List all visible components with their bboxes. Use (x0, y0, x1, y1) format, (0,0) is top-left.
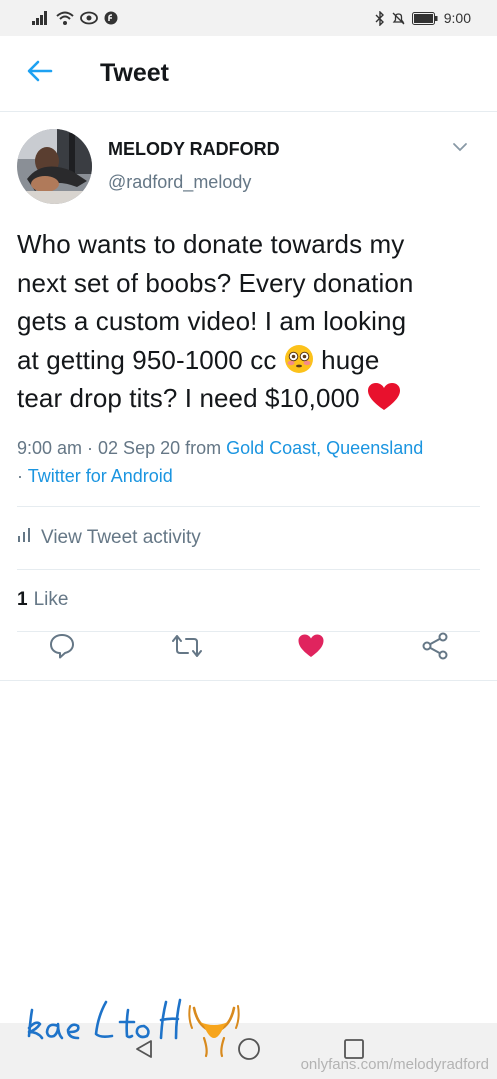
more-options-button[interactable] (450, 137, 470, 157)
status-bar: 9:00 (0, 0, 497, 36)
back-button[interactable] (0, 36, 80, 112)
reply-icon (48, 632, 76, 665)
divider (0, 680, 497, 681)
status-left (32, 11, 118, 25)
status-time: 9:00 (443, 10, 471, 26)
author-info: MELODY RADFORD @radford_melody (108, 139, 280, 193)
share-button[interactable] (420, 632, 450, 665)
hot-leak-logo (20, 988, 242, 1058)
chevron-down-icon (450, 143, 470, 161)
watermark-text: onlyfans.com/melodyradford (300, 1056, 489, 1073)
tweet-line: next set of boobs? Every donation (17, 267, 414, 298)
tweet-line: tear drop tits? I need $10,000 (17, 379, 480, 418)
likes-label: Like (33, 589, 69, 610)
tweet-line-part: at getting 950-1000 cc (17, 344, 277, 375)
heart-icon (297, 633, 325, 664)
battery-icon (411, 11, 438, 25)
tweet-line-part: huge (321, 344, 380, 375)
red-heart-emoji-icon (367, 382, 401, 412)
tweet-detail: MELODY RADFORD @radford_melody Who wants… (0, 112, 497, 632)
bluetooth-icon (375, 10, 385, 26)
share-icon (421, 632, 449, 665)
retweet-icon (172, 632, 202, 665)
avatar[interactable] (17, 129, 92, 204)
page-title: Tweet (100, 59, 169, 87)
status-right: 9:00 (375, 10, 471, 26)
tweet-line-part: tear drop tits? I need $10,000 (17, 383, 360, 413)
retweet-button[interactable] (172, 633, 202, 663)
flushed-face-emoji-icon (284, 344, 314, 374)
tweet-line: Who wants to donate towards my (17, 229, 405, 259)
tweet-line: gets a custom video! I am looking (17, 306, 407, 336)
author-handle[interactable]: @radford_melody (108, 172, 280, 193)
like-button[interactable] (296, 633, 326, 663)
mute-icon (391, 11, 406, 26)
author-row: MELODY RADFORD @radford_melody (17, 112, 480, 212)
client-separator: · (17, 465, 23, 486)
stats-icon (17, 527, 31, 549)
tweet-meta: 9:00 am · 02 Sep 20 from Gold Coast, Que… (17, 434, 480, 490)
app-header: Tweet (0, 36, 497, 112)
location-link[interactable]: Gold Coast, Queensland (226, 438, 423, 458)
client-link[interactable]: Twitter for Android (28, 466, 173, 486)
notification-icon (104, 11, 118, 25)
signal-icon (32, 11, 50, 25)
back-arrow-icon (27, 60, 53, 87)
reply-button[interactable] (47, 633, 77, 663)
view-tweet-activity-button[interactable]: View Tweet activity (17, 507, 480, 569)
author-name[interactable]: MELODY RADFORD (108, 139, 280, 160)
wifi-icon (56, 11, 74, 25)
likes-row[interactable]: 1 Like (17, 570, 480, 631)
likes-count: 1 (17, 589, 28, 610)
tweet-line: at getting 950-1000 cc huge (17, 341, 480, 380)
view-tweet-activity-label: View Tweet activity (41, 526, 201, 548)
tweet-timestamp: 9:00 am · 02 Sep 20 from (17, 437, 222, 458)
tweet-text: Who wants to donate towards my next set … (17, 225, 480, 418)
eye-icon (80, 11, 98, 25)
divider (17, 630, 480, 632)
